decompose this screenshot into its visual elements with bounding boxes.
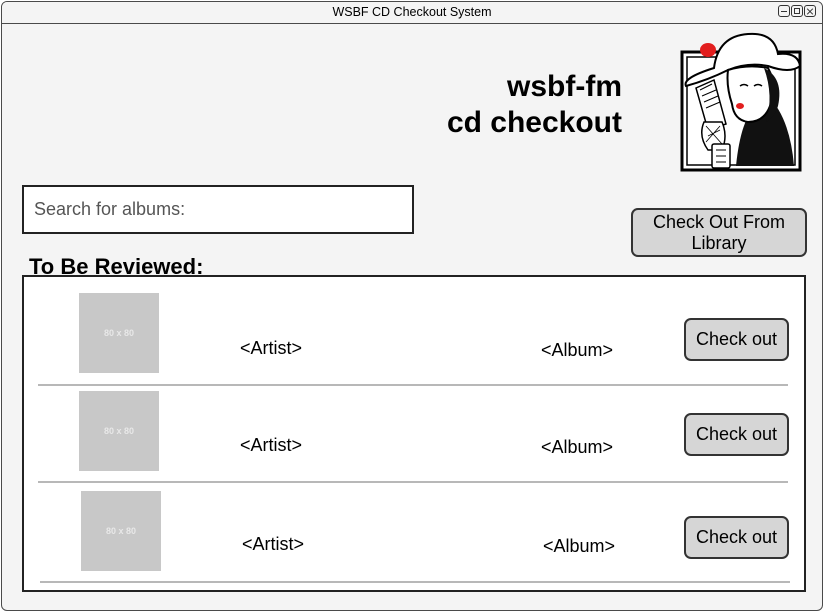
review-list: 80 x 80 <Artist> <Album> Check out 80 x … [22, 275, 806, 592]
album-label: <Album> [543, 536, 616, 556]
minimize-icon[interactable] [778, 5, 790, 17]
page-heading: wsbf-fm cd checkout [447, 69, 622, 141]
heading-line-2: cd checkout [446, 106, 622, 139]
artist-label: <Artist> [242, 534, 305, 554]
album-art-placeholder: 80 x 80 [81, 491, 161, 571]
title-bar[interactable]: WSBF CD Checkout System [2, 2, 822, 24]
window-controls [778, 5, 816, 17]
list-item: 80 x 80 <Artist> <Album> Check out [24, 481, 804, 579]
artist-label: <Artist> [240, 338, 303, 358]
list-item: 80 x 80 <Artist> <Album> Check out [24, 283, 804, 381]
heading-line-1: wsbf-fm [507, 70, 622, 103]
maximize-icon[interactable] [791, 5, 803, 17]
row-divider [40, 581, 790, 583]
album-label: <Album> [541, 340, 614, 360]
album-art-placeholder: 80 x 80 [79, 293, 159, 373]
search-input[interactable] [22, 185, 414, 234]
check-out-button[interactable]: Check out [684, 516, 789, 559]
artist-label: <Artist> [240, 435, 303, 455]
check-out-button[interactable]: Check out [684, 318, 789, 361]
window-title: WSBF CD Checkout System [332, 5, 492, 19]
close-icon[interactable] [804, 5, 816, 17]
album-label: <Album> [541, 437, 614, 457]
check-out-from-library-button[interactable]: Check Out From Library [631, 208, 807, 257]
station-logo [680, 32, 802, 172]
list-item: 80 x 80 <Artist> <Album> Check out [24, 381, 804, 479]
album-art-placeholder: 80 x 80 [79, 391, 159, 471]
app-window: WSBF CD Checkout System wsbf-fm cd check… [1, 1, 823, 611]
check-out-button[interactable]: Check out [684, 413, 789, 456]
